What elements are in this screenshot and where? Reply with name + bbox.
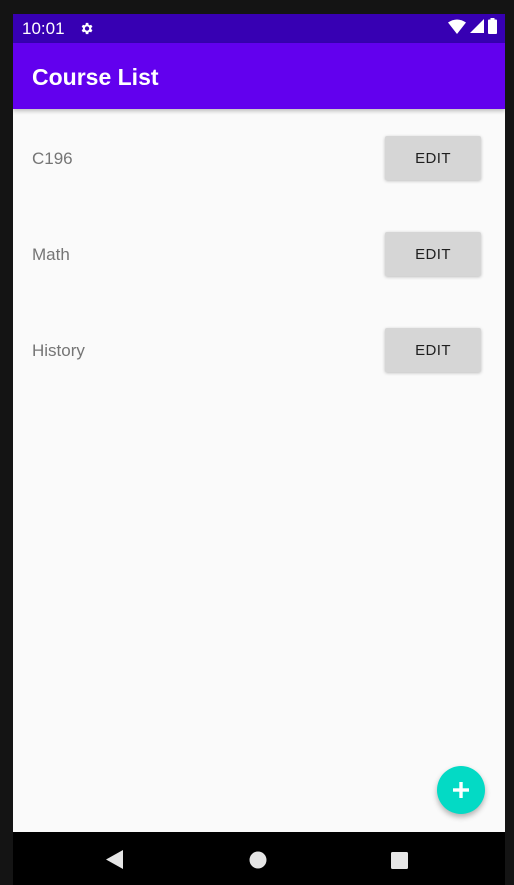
status-icons (448, 18, 497, 39)
course-name: Math (32, 245, 70, 264)
plus-icon (453, 782, 469, 798)
status-time: 10:01 (22, 19, 65, 38)
edit-button[interactable]: EDIT (385, 136, 481, 180)
add-course-button[interactable] (437, 766, 485, 814)
device-frame: 10:01 Course List C196 EDIT Math EDIT Hi… (0, 0, 514, 885)
settings-icon (79, 21, 94, 36)
list-item: History EDIT (13, 328, 505, 374)
app-screen: 10:01 Course List C196 EDIT Math EDIT Hi… (13, 14, 505, 832)
course-name: C196 (32, 149, 73, 168)
app-bar: Course List (13, 43, 505, 109)
recents-icon[interactable] (391, 852, 408, 874)
wifi-icon (448, 19, 466, 39)
page-title: Course List (32, 64, 159, 90)
edit-button[interactable]: EDIT (385, 328, 481, 372)
signal-icon (470, 19, 484, 38)
status-bar: 10:01 (13, 14, 505, 43)
list-item: Math EDIT (13, 232, 505, 278)
list-item: C196 EDIT (13, 136, 505, 182)
edit-button[interactable]: EDIT (385, 232, 481, 276)
course-name: History (32, 341, 85, 360)
home-icon[interactable] (249, 851, 267, 874)
battery-icon (488, 18, 497, 39)
navigation-bar (13, 832, 505, 885)
back-icon[interactable] (106, 850, 123, 874)
